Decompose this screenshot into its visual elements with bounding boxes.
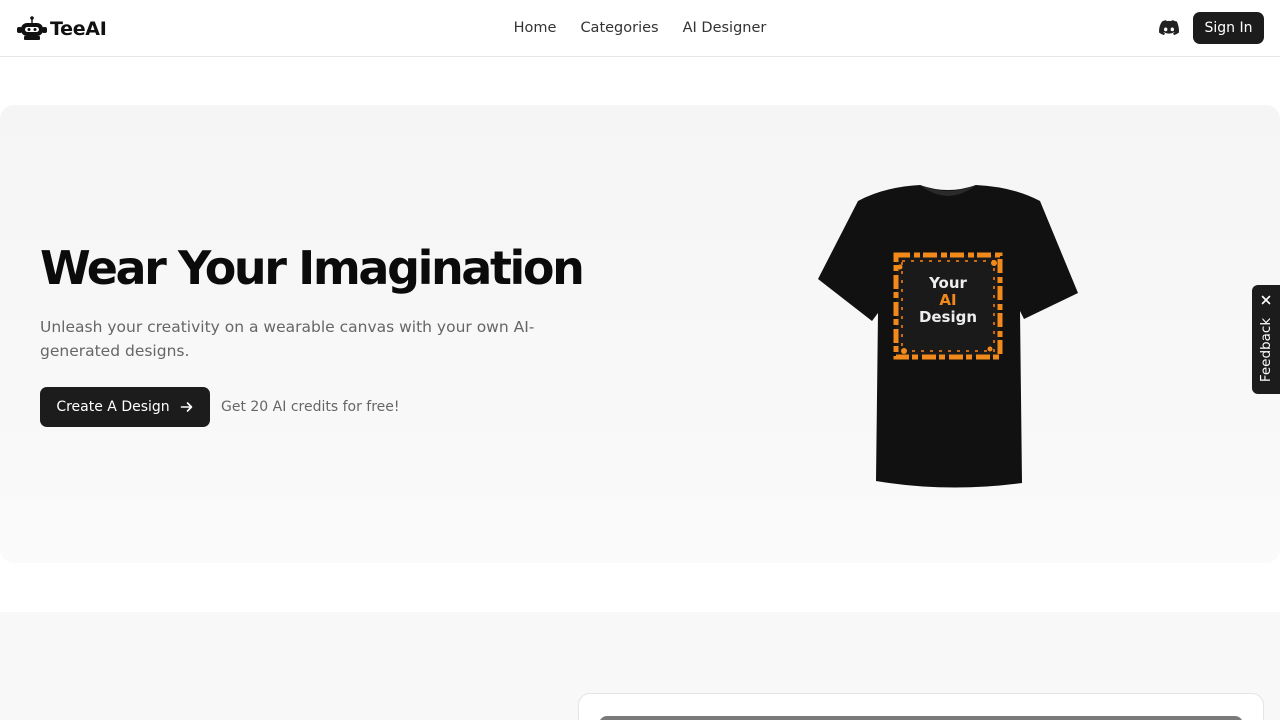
preview-card bbox=[578, 693, 1264, 720]
robot-logo-icon bbox=[17, 16, 47, 40]
lower-section bbox=[0, 612, 1280, 720]
top-header: TeeAI Home Categories AI Designer Sign I… bbox=[0, 0, 1280, 57]
nav-home-link[interactable]: Home bbox=[514, 18, 557, 38]
hero-title: Wear Your Imagination bbox=[40, 241, 585, 295]
arrow-right-icon bbox=[180, 402, 192, 412]
discord-icon[interactable] bbox=[1159, 19, 1179, 37]
brand-name: TeeAI bbox=[50, 18, 107, 40]
hero-subtitle: Unleash your creativity on a wearable ca… bbox=[40, 318, 535, 360]
tshirt-image bbox=[818, 185, 1078, 488]
nav-categories-link[interactable]: Categories bbox=[580, 18, 658, 38]
shirt-print-text: Your AI Design bbox=[910, 275, 986, 326]
create-design-button[interactable]: Create A Design bbox=[40, 387, 210, 427]
preview-card-bar bbox=[599, 716, 1243, 720]
shirt-text-line3: Design bbox=[918, 308, 978, 326]
shirt-text-line1: Your bbox=[929, 274, 967, 292]
main-nav: Home Categories AI Designer bbox=[0, 18, 1280, 38]
create-design-label: Create A Design bbox=[56, 399, 170, 415]
feedback-label: Feedback bbox=[1258, 317, 1274, 383]
nav-ai-designer-link[interactable]: AI Designer bbox=[683, 18, 767, 38]
sign-in-button[interactable]: Sign In bbox=[1193, 12, 1264, 44]
close-icon[interactable] bbox=[1261, 295, 1271, 305]
hero-section: Wear Your Imagination Unleash your creat… bbox=[0, 105, 1280, 563]
shirt-text-line2: AI bbox=[939, 291, 957, 309]
free-credits-note: Get 20 AI credits for free! bbox=[221, 399, 400, 415]
tshirt-mockup: Your AI Design bbox=[814, 183, 1082, 489]
feedback-tab[interactable]: Feedback bbox=[1252, 285, 1280, 394]
brand-logo[interactable]: TeeAI bbox=[16, 14, 107, 44]
